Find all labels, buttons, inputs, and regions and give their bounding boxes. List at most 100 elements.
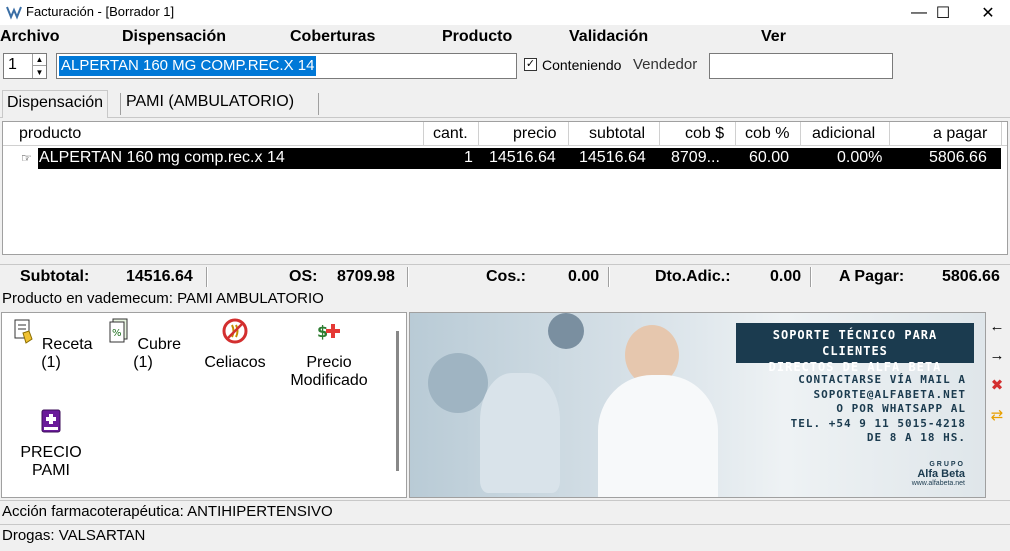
receta-label: Receta (1) [41,336,93,371]
brand-grupo: GRUPO [929,461,965,468]
precio-modificado-label-1: Precio [306,354,352,371]
refresh-icon[interactable]: ⇄ [987,403,1007,427]
footer-divider [0,500,1010,501]
tab-dispensacion[interactable]: Dispensación [2,90,109,118]
cubre-button[interactable]: % Cubre (1) [100,317,186,372]
cell-subtotal: 14516.64 [579,149,646,166]
search-selected-text: ALPERTAN 160 MG COMP.REC.X 14 [59,56,317,76]
cos-label: Cos.: [486,268,526,285]
cell-adicional: 0.00% [837,149,883,166]
banner-headline-1: SOPORTE TÉCNICO PARA CLIENTES [772,328,938,358]
quantity-value: 1 [8,56,17,73]
totals-bar: Subtotal: 14516.64 OS: 8709.98 Cos.: 0.0… [0,264,1010,288]
support-banner[interactable]: SOPORTE TÉCNICO PARA CLIENTES DIRECTOS D… [409,312,986,498]
col-separator[interactable] [423,122,424,145]
footer-divider [0,524,1010,525]
cell-cant: 1 [464,149,473,166]
col-a-pagar[interactable]: a pagar [933,125,987,143]
totals-separator [407,267,409,287]
banner-photo-figure [548,313,584,349]
menu-dispensacion[interactable]: Dispensación [122,28,226,46]
cubre-label: Cubre (1) [133,336,182,371]
menu-bar: Archivo Dispensación Coberturas Producto… [0,25,1010,49]
brand-name: Alfa Beta [917,468,965,480]
col-separator[interactable] [735,122,736,145]
col-separator[interactable] [478,122,479,145]
banner-photo-figure [598,375,718,497]
banner-line: O POR WHATSAPP AL [836,402,966,415]
app-icon [6,6,22,20]
col-subtotal[interactable]: subtotal [589,125,645,143]
subtotal-label: Subtotal: [20,268,90,285]
banner-headline: SOPORTE TÉCNICO PARA CLIENTES DIRECTOS D… [736,323,974,374]
col-separator[interactable] [889,122,890,145]
vademecum-info: Producto en vademecum: PAMI AMBULATORIO [2,290,324,307]
celiacos-button[interactable]: Celiacos [196,317,274,372]
window-title: Facturación - [Borrador 1] [26,4,175,19]
contains-label: Conteniendo [542,57,622,73]
actions-scrollbar[interactable] [396,331,399,471]
product-grid[interactable]: producto cant. precio subtotal cob $ cob… [2,121,1008,255]
precio-modificado-button[interactable]: $ Precio Modificado [280,317,378,390]
cell-precio: 14516.64 [489,149,556,166]
product-search-input[interactable]: ALPERTAN 160 MG COMP.REC.X 14 [56,53,517,79]
dto-value: 0.00 [770,268,802,285]
quantity-stepper[interactable]: 1 ▲ ▼ [3,53,47,79]
col-separator[interactable] [800,122,801,145]
precio-pami-label-2: PAMI [32,462,70,479]
banner-line: DE 8 A 18 HS. [866,431,966,444]
cos-value: 0.00 [568,268,600,285]
accion-info: Acción farmacoterapéutica: ANTIHIPERTENS… [2,503,333,520]
col-separator[interactable] [1001,122,1002,145]
receta-button[interactable]: Receta (1) [6,317,96,372]
os-value: 8709.98 [337,268,395,285]
menu-archivo[interactable]: Archivo [0,28,60,46]
col-producto[interactable]: producto [19,125,81,143]
vendor-label: Vendedor [633,56,698,73]
vendor-input[interactable] [709,53,893,79]
banner-photo-figure [428,353,488,413]
precio-pami-label-1: PRECIO [20,444,82,461]
spin-down-icon[interactable]: ▼ [32,66,46,78]
col-separator[interactable] [659,122,660,145]
subtotal-value: 14516.64 [126,268,193,285]
banner-contact: CONTACTARSE VÍA MAIL A SOPORTE@ALFABETA.… [736,373,966,446]
precio-pami-button[interactable]: PRECIO PAMI [6,407,96,480]
cell-a-pagar: 5806.66 [929,149,987,166]
title-bar: Facturación - [Borrador 1] — ☐ ✕ [0,0,1010,25]
col-adicional[interactable]: adicional [812,125,875,143]
cell-cob-pct: 60.00 [749,149,790,166]
menu-validacion[interactable]: Validación [569,28,648,46]
totals-separator [206,267,208,287]
contains-checkbox[interactable]: ✓ [524,58,537,71]
col-cob-pct[interactable]: cob % [745,125,789,143]
delete-icon[interactable]: ✖ [987,373,1007,397]
grid-header: producto cant. precio subtotal cob $ cob… [3,122,1007,146]
apagar-value: 5806.66 [942,268,1000,285]
spin-up-icon[interactable]: ▲ [32,54,46,66]
tab-separator [120,93,121,115]
col-cob-amount[interactable]: cob $ [685,125,724,143]
tab-pami[interactable]: PAMI (AMBULATORIO) [122,90,298,118]
col-separator[interactable] [568,122,569,145]
banner-line: SOPORTE@ALFABETA.NET [813,387,966,401]
arrow-left-icon[interactable]: ← [987,314,1007,338]
close-button[interactable]: ✕ [965,0,1010,25]
maximize-button[interactable]: ☐ [920,0,966,25]
apagar-label: A Pagar: [839,268,905,285]
dto-label: Dto.Adic.: [655,268,731,285]
menu-coberturas[interactable]: Coberturas [290,28,375,46]
menu-producto[interactable]: Producto [442,28,512,46]
receta-icon [14,319,34,344]
arrow-right-icon[interactable]: → [987,343,1007,367]
menu-ver[interactable]: Ver [761,28,786,46]
brand-url: www.alfabeta.net [911,480,965,487]
banner-line: CONTACTARSE VÍA MAIL A [798,373,966,386]
col-cant[interactable]: cant. [433,125,468,143]
alfabeta-logo: GRUPO Alfa Beta www.alfabeta.net [912,461,965,487]
totals-separator [608,267,610,287]
table-row[interactable]: ☞ ALPERTAN 160 mg comp.rec.x 14 1 14516.… [3,148,1001,169]
col-precio[interactable]: precio [513,125,557,143]
precio-pami-icon [41,409,61,433]
precio-modificado-label-2: Modificado [290,372,368,389]
